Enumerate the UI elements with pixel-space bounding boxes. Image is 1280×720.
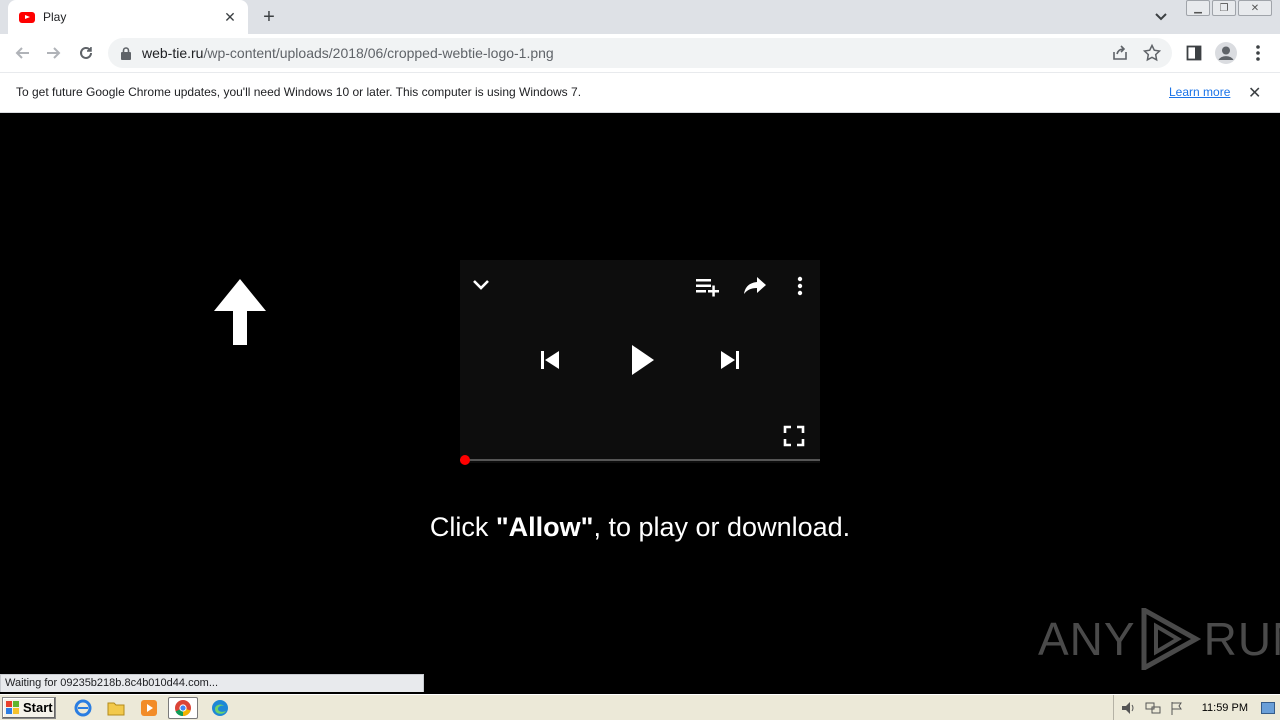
lock-icon[interactable] <box>121 46 131 60</box>
back-button[interactable] <box>10 41 34 65</box>
profile-avatar-icon[interactable] <box>1214 41 1238 65</box>
share-icon[interactable] <box>1110 43 1130 63</box>
watermark-left-text: ANY <box>1038 613 1136 665</box>
browser-toolbar: web-tie.ru/wp-content/uploads/2018/06/cr… <box>0 34 1280 72</box>
fullscreen-icon[interactable] <box>782 424 806 448</box>
youtube-favicon-icon <box>19 11 35 23</box>
close-window-button[interactable]: ✕ <box>1238 0 1272 16</box>
tab-title: Play <box>43 10 67 24</box>
chevron-down-icon[interactable] <box>470 274 492 296</box>
watermark-right-text: RUN <box>1203 613 1280 665</box>
reload-icon <box>80 46 92 59</box>
windows-taskbar: Start 11:59 PM <box>0 694 1280 720</box>
speaker-icon[interactable] <box>1120 701 1138 715</box>
window-controls: ▁ ❐ ✕ <box>1184 0 1272 18</box>
minimize-button[interactable]: ▁ <box>1186 0 1210 16</box>
show-desktop-icon[interactable] <box>1260 701 1276 715</box>
bookmark-star-icon[interactable] <box>1142 43 1162 63</box>
status-bubble: Waiting for 09235b218b.8c4b010d44.com... <box>0 674 424 692</box>
anyrun-watermark: ANY RUN <box>1038 608 1280 670</box>
windows-flag-icon <box>6 700 20 715</box>
tab-play[interactable]: Play ✕ <box>8 0 248 34</box>
previous-track-icon[interactable] <box>538 347 562 373</box>
network-icon[interactable] <box>1144 701 1162 715</box>
action-center-flag-icon[interactable] <box>1168 701 1186 715</box>
edge-icon[interactable] <box>209 697 231 719</box>
start-button[interactable]: Start <box>2 696 56 719</box>
tab-strip: Play ✕ + ▁ ❐ ✕ <box>0 0 1280 34</box>
restore-button[interactable]: ❐ <box>1212 0 1236 16</box>
folder-icon[interactable] <box>105 697 127 719</box>
next-track-icon[interactable] <box>718 347 742 373</box>
allow-instruction-text: Click "Allow", to play or download. <box>429 512 851 542</box>
progress-scrubber[interactable] <box>460 455 470 465</box>
video-player[interactable] <box>460 260 820 465</box>
media-player-icon[interactable] <box>138 697 160 719</box>
side-panel-icon[interactable] <box>1186 45 1202 61</box>
update-infobar: To get future Google Chrome updates, you… <box>0 72 1280 113</box>
taskbar-clock[interactable]: 11:59 PM <box>1202 702 1248 714</box>
forward-arrow-icon <box>47 47 61 59</box>
forward-button[interactable] <box>42 41 66 65</box>
tab-close-icon[interactable]: ✕ <box>222 9 238 25</box>
more-options-icon[interactable] <box>792 274 808 298</box>
back-arrow-icon <box>15 47 29 59</box>
internet-explorer-icon[interactable] <box>72 697 94 719</box>
share-arrow-icon[interactable] <box>742 274 768 298</box>
menu-kebab-icon[interactable] <box>1252 44 1264 62</box>
system-tray: 11:59 PM <box>1112 695 1280 720</box>
chrome-icon[interactable] <box>168 696 198 719</box>
learn-more-link[interactable]: Learn more <box>1169 85 1230 99</box>
infobar-message: To get future Google Chrome updates, you… <box>16 85 582 99</box>
add-to-queue-icon[interactable] <box>694 274 722 298</box>
tab-search-icon[interactable] <box>1152 8 1170 26</box>
play-icon[interactable] <box>626 342 658 378</box>
up-arrow-icon <box>214 279 266 345</box>
reload-button[interactable] <box>74 41 98 65</box>
progress-bar[interactable] <box>460 455 820 465</box>
new-tab-button[interactable]: + <box>258 6 280 28</box>
anyrun-play-logo-icon <box>1141 608 1201 670</box>
url-text: web-tie.ru/wp-content/uploads/2018/06/cr… <box>142 45 554 61</box>
infobar-close-icon[interactable]: ✕ <box>1248 83 1261 103</box>
address-bar[interactable]: web-tie.ru/wp-content/uploads/2018/06/cr… <box>108 38 1172 68</box>
